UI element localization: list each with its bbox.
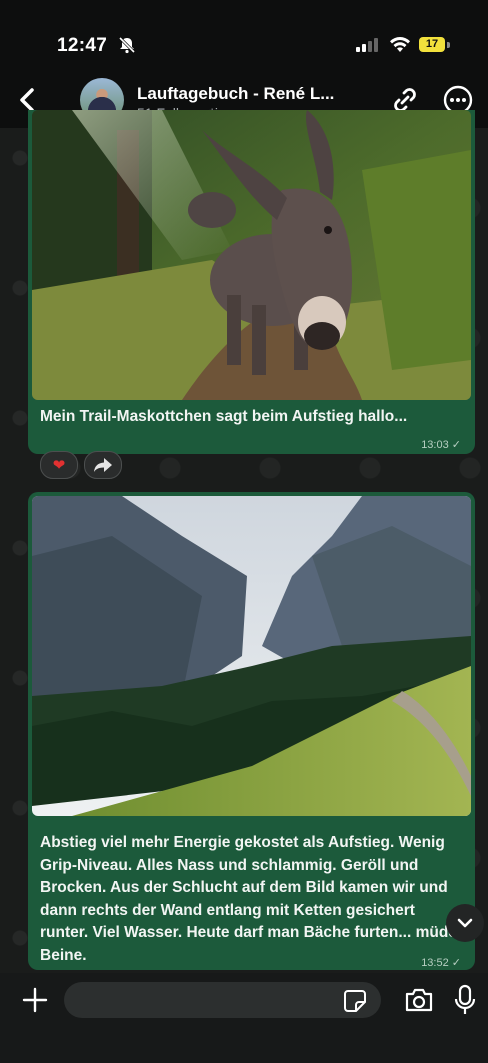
wifi-icon <box>389 36 411 58</box>
microphone-icon[interactable] <box>454 984 476 1016</box>
heart-icon: ❤ <box>52 457 66 474</box>
forward-button[interactable] <box>84 451 122 479</box>
camera-icon[interactable] <box>404 987 434 1013</box>
message-timestamp: 13:03 ✓ <box>421 438 461 451</box>
check-icon: ✓ <box>451 439 461 451</box>
plus-icon[interactable] <box>22 987 48 1013</box>
signal-icon <box>356 38 380 57</box>
status-bar: 12:47 17 <box>0 0 488 72</box>
mountain-photo[interactable] <box>32 496 471 816</box>
message-bubble[interactable]: Mein Trail-Maskottchen sagt beim Aufstie… <box>28 110 475 454</box>
message-input[interactable] <box>64 982 381 1018</box>
bell-slash-icon <box>118 36 136 59</box>
message-bubble[interactable]: Abstieg viel mehr Energie gekostet als A… <box>28 492 475 970</box>
message-composer <box>0 973 488 1063</box>
heart-reaction[interactable]: ❤ <box>40 451 78 479</box>
chevron-down-icon <box>457 918 473 928</box>
message-time: 13:03 <box>421 439 449 451</box>
status-time: 12:47 <box>57 35 108 56</box>
donkey-photo[interactable] <box>32 110 471 400</box>
scroll-down-button[interactable] <box>446 904 484 942</box>
forward-icon <box>94 458 112 472</box>
battery-icon: 17 <box>419 37 445 52</box>
sticker-icon[interactable] <box>343 989 367 1013</box>
message-timestamp: 13:52 ✓ <box>421 956 461 969</box>
message-time: 13:52 <box>421 957 449 969</box>
message-caption: Abstieg viel mehr Energie gekostet als A… <box>40 834 457 964</box>
channel-title[interactable]: Lauftagebuch - René L... <box>137 84 334 104</box>
check-icon: ✓ <box>451 957 461 969</box>
battery-tip <box>447 42 450 48</box>
message-caption: Mein Trail-Maskottchen sagt beim Aufstie… <box>40 408 408 425</box>
